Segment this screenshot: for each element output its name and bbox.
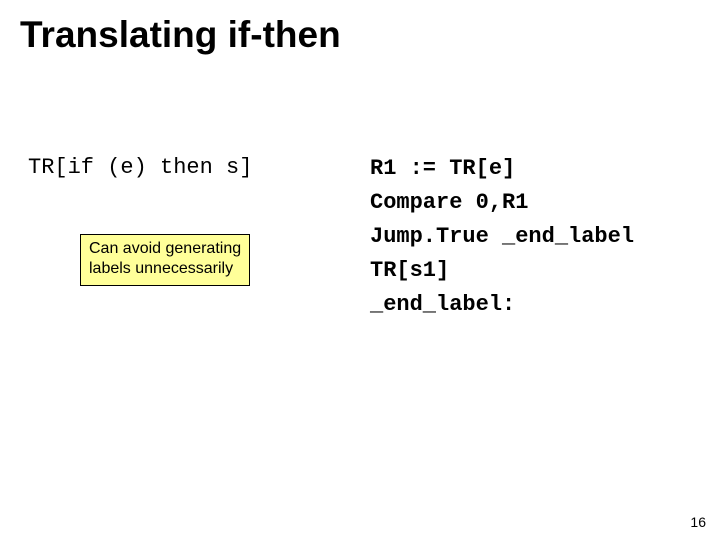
code-line-1: R1 := TR[e]	[370, 152, 710, 186]
slide-title: Translating if-then	[20, 14, 341, 56]
note-box: Can avoid generating labels unnecessaril…	[80, 234, 250, 286]
left-column: TR[if (e) then s]	[28, 155, 338, 180]
slide: Translating if-then TR[if (e) then s] Ca…	[0, 0, 720, 540]
note-line-2: labels unnecessarily	[89, 259, 241, 279]
page-number: 16	[690, 514, 706, 530]
note-line-1: Can avoid generating	[89, 239, 241, 259]
translation-source: TR[if (e) then s]	[28, 155, 338, 180]
code-line-3: Jump.True _end_label	[370, 220, 710, 254]
code-line-4: TR[s1]	[370, 254, 710, 288]
code-line-2: Compare 0,R1	[370, 186, 710, 220]
right-column: R1 := TR[e] Compare 0,R1 Jump.True _end_…	[370, 152, 710, 322]
code-line-5: _end_label:	[370, 288, 710, 322]
